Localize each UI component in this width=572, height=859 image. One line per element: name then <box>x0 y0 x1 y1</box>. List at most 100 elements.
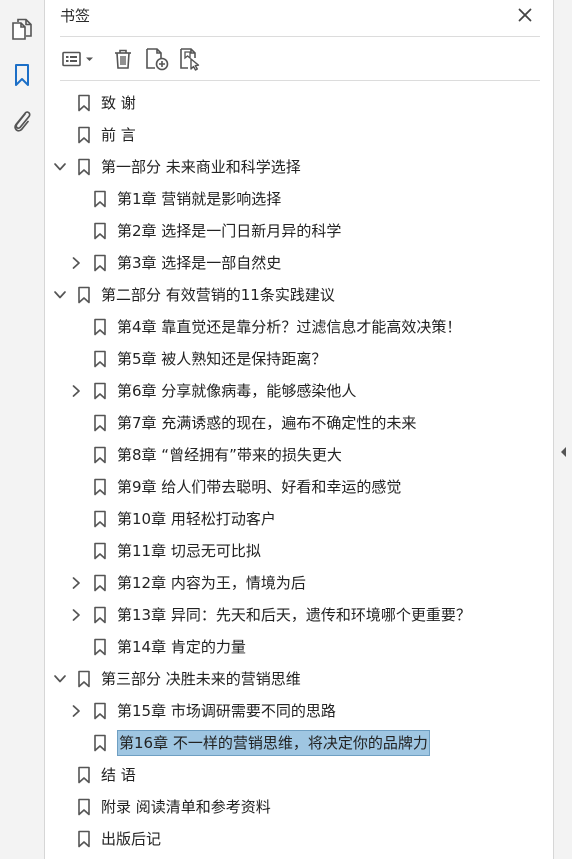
chevron-down-icon[interactable] <box>52 286 68 304</box>
new-bookmark-button[interactable] <box>144 44 170 74</box>
bookmark-label: 出版后记 <box>101 830 162 848</box>
bookmark-label: 第13章 异同：先天和后天，遗传和环境哪个更重要？ <box>117 606 471 624</box>
bookmark-item-chapter[interactable]: 第12章 内容为王，情境为后 <box>45 567 553 599</box>
bookmark-label: 第9章 给人们带去聪明、好看和幸运的感觉 <box>117 478 402 496</box>
bookmark-item-chapter[interactable]: 第3章 选择是一部自然史 <box>45 247 553 279</box>
panel-splitter[interactable] <box>553 0 572 859</box>
chevron-right-icon[interactable] <box>68 574 84 592</box>
bookmark-icon <box>93 542 107 560</box>
chevron-right-icon[interactable] <box>68 254 84 272</box>
bookmark-from-selection-button[interactable] <box>178 44 204 74</box>
bookmark-item-chapter[interactable]: 第2章 选择是一门日新月异的科学 <box>45 215 553 247</box>
options-menu-button[interactable] <box>60 44 98 74</box>
bookmark-icon <box>77 766 91 784</box>
bookmark-item-top-level[interactable]: 结 语 <box>45 759 553 791</box>
toolbar-divider <box>60 80 540 81</box>
bookmarks-panel: 书签 致 谢 前 言 第一部分 未来商业和科学选择 第1章 营销就是影响选择 第… <box>45 0 553 859</box>
paperclip-icon <box>14 111 31 132</box>
chevron-down-icon[interactable] <box>52 670 68 688</box>
bookmark-item-top-level[interactable]: 第二部分 有效营销的11条实践建议 <box>45 279 553 311</box>
bookmark-item-chapter[interactable]: 第6章 分享就像病毒，能够感染他人 <box>45 375 553 407</box>
bookmark-item-chapter[interactable]: 第1章 营销就是影响选择 <box>45 183 553 215</box>
bookmark-label: 第15章 市场调研需要不同的思路 <box>117 702 336 720</box>
bookmark-icon <box>77 126 91 144</box>
bookmark-item-chapter[interactable]: 第4章 靠直觉还是靠分析？过滤信息才能高效决策！ <box>45 311 553 343</box>
bookmark-item-chapter[interactable]: 第10章 用轻松打动客户 <box>45 503 553 535</box>
bookmark-icon <box>93 606 107 624</box>
pages-icon <box>12 18 32 40</box>
chevron-right-icon[interactable] <box>68 606 84 624</box>
bookmark-icon <box>93 702 107 720</box>
bookmark-item-chapter[interactable]: 第15章 市场调研需要不同的思路 <box>45 695 553 727</box>
bookmark-label: 前 言 <box>101 126 136 144</box>
bookmark-label: 第2章 选择是一门日新月异的科学 <box>117 222 342 240</box>
close-icon <box>518 8 532 22</box>
bookmark-label: 第12章 内容为王，情境为后 <box>117 574 306 592</box>
bookmark-icon <box>93 350 107 368</box>
bookmark-label: 第16章 不一样的营销思维，将决定你的品牌力 <box>117 730 430 756</box>
bookmark-label: 第7章 充满诱惑的现在，遍布不确定性的未来 <box>117 414 417 432</box>
attachments-button[interactable] <box>7 106 37 136</box>
navigation-rail <box>0 0 45 859</box>
bookmark-label: 第二部分 有效营销的11条实践建议 <box>101 286 335 304</box>
bookmark-item-chapter[interactable]: 第16章 不一样的营销思维，将决定你的品牌力 <box>45 727 553 759</box>
bookmark-item-top-level[interactable]: 致 谢 <box>45 87 553 119</box>
bookmark-from-selection-icon <box>180 48 200 71</box>
bookmark-icon <box>77 94 91 112</box>
bookmark-label: 附录 阅读清单和参考资料 <box>101 798 271 816</box>
bookmark-icon <box>93 414 107 432</box>
bookmark-item-chapter[interactable]: 第7章 充满诱惑的现在，遍布不确定性的未来 <box>45 407 553 439</box>
bookmark-item-chapter[interactable]: 第8章 “曾经拥有”带来的损失更大 <box>45 439 553 471</box>
chevron-right-icon[interactable] <box>68 382 84 400</box>
bookmark-icon <box>93 478 107 496</box>
bookmark-item-chapter[interactable]: 第14章 肯定的力量 <box>45 631 553 663</box>
chevron-right-icon[interactable] <box>68 702 84 720</box>
bookmark-item-top-level[interactable]: 附录 阅读清单和参考资料 <box>45 791 553 823</box>
bookmark-item-chapter[interactable]: 第11章 切忌无可比拟 <box>45 535 553 567</box>
bookmark-label: 结 语 <box>101 766 136 784</box>
bookmark-item-top-level[interactable]: 前 言 <box>45 119 553 151</box>
bookmark-label: 第10章 用轻松打动客户 <box>117 510 276 528</box>
bookmark-icon <box>93 638 107 656</box>
bookmark-label: 第8章 “曾经拥有”带来的损失更大 <box>117 446 342 464</box>
bookmark-item-top-level[interactable]: 第一部分 未来商业和科学选择 <box>45 151 553 183</box>
collapse-panel-arrow-icon[interactable] <box>559 445 567 459</box>
bookmark-label: 第一部分 未来商业和科学选择 <box>101 158 301 176</box>
bookmark-icon <box>77 670 91 688</box>
bookmark-icon <box>93 574 107 592</box>
bookmark-icon <box>77 158 91 176</box>
chevron-down-icon[interactable] <box>52 158 68 176</box>
bookmark-label: 第三部分 决胜未来的营销思维 <box>101 670 301 688</box>
bookmark-item-chapter[interactable]: 第5章 被人熟知还是保持距离？ <box>45 343 553 375</box>
bookmark-label: 第1章 营销就是影响选择 <box>117 190 282 208</box>
header-divider <box>60 36 540 37</box>
bookmark-label: 第11章 切忌无可比拟 <box>117 542 261 560</box>
bookmark-icon <box>93 318 107 336</box>
bookmark-icon <box>93 254 107 272</box>
bookmark-icon <box>77 286 91 304</box>
close-panel-button[interactable] <box>515 5 535 25</box>
page-thumbnails-button[interactable] <box>7 14 37 44</box>
bookmark-item-top-level[interactable]: 出版后记 <box>45 823 553 855</box>
delete-bookmark-button[interactable] <box>112 44 134 74</box>
bookmark-icon <box>93 190 107 208</box>
bookmark-label: 第3章 选择是一部自然史 <box>117 254 282 272</box>
bookmark-item-chapter[interactable]: 第9章 给人们带去聪明、好看和幸运的感觉 <box>45 471 553 503</box>
new-bookmark-icon <box>146 48 169 71</box>
bookmark-icon <box>93 222 107 240</box>
bookmark-label: 第5章 被人熟知还是保持距离？ <box>117 350 327 368</box>
bookmark-icon <box>15 64 29 86</box>
bookmark-icon <box>77 798 91 816</box>
trash-icon <box>115 49 131 69</box>
bookmark-label: 第6章 分享就像病毒，能够感染他人 <box>117 382 357 400</box>
bookmark-icon <box>93 734 107 752</box>
bookmark-icon <box>93 446 107 464</box>
panel-title: 书签 <box>60 7 91 25</box>
bookmark-icon <box>77 830 91 848</box>
bookmark-icon <box>93 510 107 528</box>
bookmarks-panel-button[interactable] <box>7 60 37 90</box>
bookmarks-toolbar <box>60 44 540 74</box>
bookmark-label: 致 谢 <box>101 94 136 112</box>
bookmark-item-chapter[interactable]: 第13章 异同：先天和后天，遗传和环境哪个更重要？ <box>45 599 553 631</box>
bookmark-item-top-level[interactable]: 第三部分 决胜未来的营销思维 <box>45 663 553 695</box>
